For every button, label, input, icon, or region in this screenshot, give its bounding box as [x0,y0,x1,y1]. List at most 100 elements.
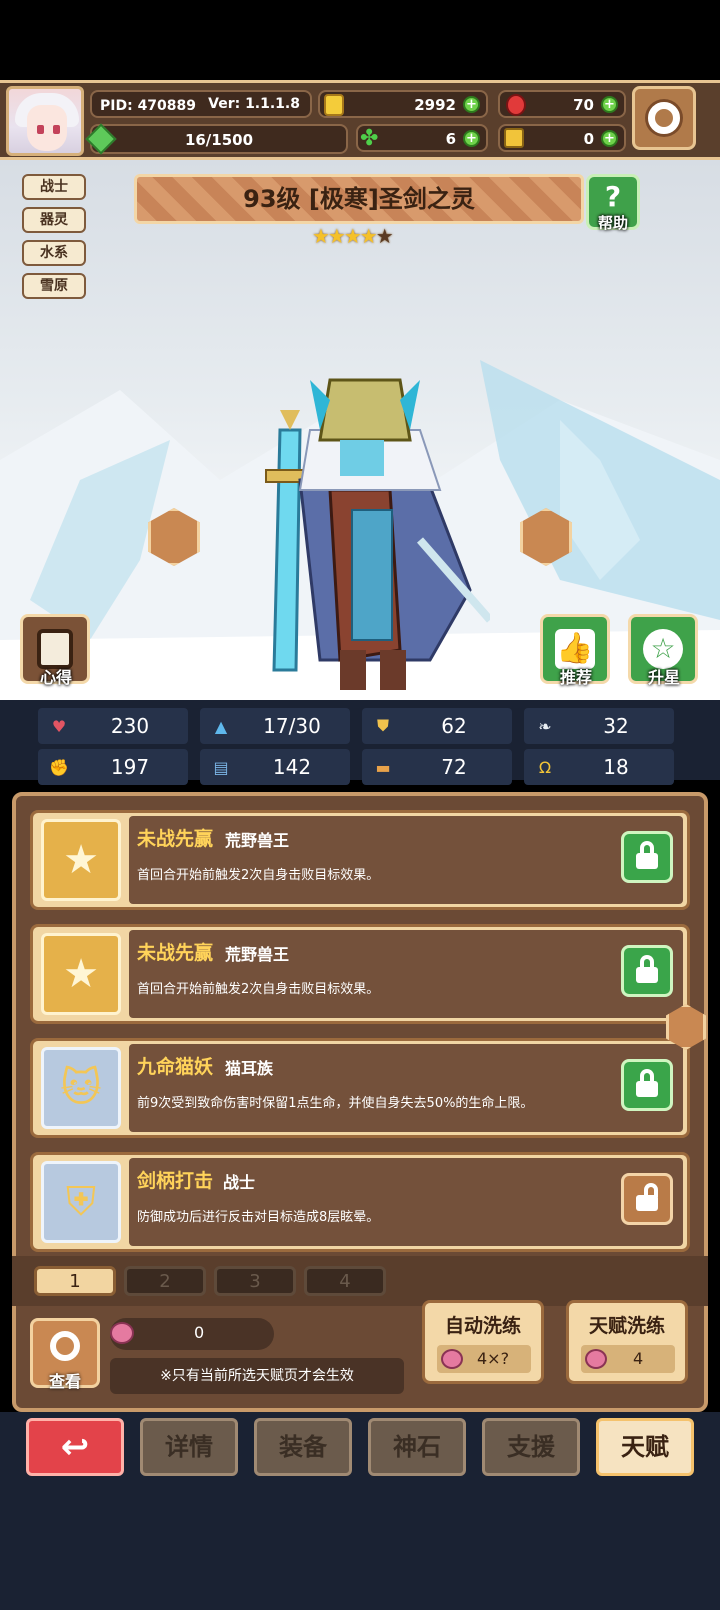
talent-description: 前9次受到致命伤害时保留1点生命，并使自身失去50%的生命上限。 [137,1096,534,1111]
talent-source: 荒野兽王 [225,945,290,964]
talent-card[interactable]: ★ 未战先赢 荒野兽王 首回合开始前触发2次自身击败目标效果。 [30,924,690,1024]
auto-refine-label: 自动洗练 [444,1315,521,1337]
talent-name: 未战先赢 [137,828,214,850]
talent-info: 未战先赢 荒野兽王 首回合开始前触发2次自身击败目标效果。 [129,930,683,1018]
hero-tag-class[interactable]: 战士 [22,174,86,200]
nav-details[interactable]: 详情 [140,1418,238,1476]
gold-counter[interactable]: 2992 + [318,90,488,118]
add-ruby-icon[interactable]: + [601,96,618,113]
talent-page-tab[interactable]: 2 [124,1266,206,1296]
wing-icon: ❧ [538,716,552,736]
stat-value: 72 [441,755,467,779]
stat-heart[interactable]: ♥ 230 [38,708,188,744]
return-arrow-icon: ↩ [60,1427,90,1467]
nav-support[interactable]: 支援 [482,1418,580,1476]
peach-gem-icon [110,1322,134,1344]
nav-divine-stone[interactable]: 神石 [368,1418,466,1476]
talent-info: 九命猫妖 猫耳族 前9次受到致命伤害时保留1点生命，并使自身失去50%的生命上限。 [129,1044,683,1132]
help-label: 帮助 [597,214,628,232]
talent-description: 首回合开始前触发2次自身击败目标效果。 [137,982,380,997]
back-button[interactable]: ↩ [26,1418,124,1476]
horseshoe-icon: Ω [538,757,552,777]
ruby-counter[interactable]: 70 + [498,90,626,118]
peach-gem-icon [441,1349,463,1369]
stat-value: 17/30 [263,714,321,738]
question-icon: ? [604,180,622,213]
talent-description: 防御成功后进行反击对目标造成8层眩晕。 [137,1210,380,1225]
ruby-icon [506,94,526,116]
peach-gem-icon [585,1349,607,1369]
talent-card[interactable]: ★ 未战先赢 荒野兽王 首回合开始前触发2次自身击败目标效果。 [30,810,690,910]
talent-source: 战士 [223,1173,256,1192]
ruby-value: 70 [573,96,594,114]
talent-page-tab[interactable]: 3 [214,1266,296,1296]
nav-equipment[interactable]: 装备 [254,1418,352,1476]
hero-star-rating: ★★★★★ [312,224,394,248]
hero-title: 93级 [极寒]圣剑之灵 [134,174,584,224]
talent-page-tab[interactable]: 4 [304,1266,386,1296]
gold-coin-icon [324,94,344,116]
add-gold-icon[interactable]: + [463,96,480,113]
notice-text: ※只有当前所选天赋页才会生效 [110,1358,404,1394]
stat-value: 197 [110,755,150,779]
stat-value: 142 [272,755,312,779]
stat-horseshoe[interactable]: Ω 18 [524,749,674,785]
clover-icon: ✤ [360,126,379,151]
add-key-icon[interactable]: + [601,130,618,147]
hero-tag-type[interactable]: 器灵 [22,207,86,233]
auto-refine-button[interactable]: 自动洗练 4×? [422,1300,544,1384]
hero-tag-region[interactable]: 雪原 [22,273,86,299]
talent-info: 剑柄打击 战士 防御成功后进行反击对目标造成8层眩晕。 [129,1158,683,1246]
heart-icon: ♥ [51,716,67,736]
stat-droplet[interactable]: ▲ 17/30 [200,708,350,744]
book-icon: ▤ [213,757,229,777]
fist-icon: ✊ [49,757,69,777]
settings-button[interactable] [632,86,696,150]
stat-wing[interactable]: ❧ 32 [524,708,674,744]
gem-count: 0 [194,1323,205,1342]
player-id: PID: 470889 [100,98,197,114]
talent-icon: 🐱 [41,1047,121,1129]
talent-icon: ⛨ [41,1161,121,1243]
add-clover-icon[interactable]: + [463,130,480,147]
talent-page-tab[interactable]: 1 [34,1266,116,1296]
talent-refine-button[interactable]: 天赋洗练 4 [566,1300,688,1384]
stat-book[interactable]: ▤ 142 [200,749,350,785]
key-counter[interactable]: 0 + [498,124,626,152]
energy-bar: 16/1500 [85,123,348,155]
talent-source: 猫耳族 [225,1059,274,1078]
droplet-icon: ▲ [214,716,228,736]
hero-sprite [265,378,490,690]
stat-shield[interactable]: ⛊ 62 [362,708,512,744]
id-version-box: PID: 470889 Ver: 1.1.1.8 [90,90,312,118]
talent-card[interactable]: ⛨ 剑柄打击 战士 防御成功后进行反击对目标造成8层眩晕。 [30,1152,690,1252]
unlock-icon[interactable] [621,1173,673,1225]
recommend-label: 推荐 [559,668,592,687]
nav-talent[interactable]: 天赋 [596,1418,694,1476]
talent-refine-label: 天赋洗练 [588,1315,665,1337]
stat-value: 62 [441,714,467,738]
talent-icon: ★ [41,933,121,1015]
stat-fist[interactable]: ✊ 197 [38,749,188,785]
magnifier-icon [50,1331,80,1361]
shield-icon: ⛊ [376,716,389,735]
gear-icon [648,102,680,134]
talent-icon: ★ [41,819,121,901]
game-version: Ver: 1.1.1.8 [208,96,300,112]
talent-card[interactable]: 🐱 九命猫妖 猫耳族 前9次受到致命伤害时保留1点生命，并使自身失去50%的生命上限。 [30,1038,690,1138]
scroll-icon: ▬ [375,757,391,777]
lock-icon[interactable] [621,831,673,883]
talent-refine-cost-value: 4 [633,1349,644,1368]
clover-value: 6 [445,130,456,148]
lock-icon[interactable] [621,945,673,997]
energy-value: 16/1500 [184,131,254,149]
scroll-icon [37,629,73,669]
talent-refine-cost: 4 [581,1345,675,1373]
hero-tag-element[interactable]: 水系 [22,240,86,266]
lock-icon[interactable] [621,1059,673,1111]
player-avatar[interactable] [6,86,84,156]
stat-scroll[interactable]: ▬ 72 [362,749,512,785]
gem-counter: 0 [110,1318,274,1350]
clover-counter[interactable]: ✤ 6 + [356,124,488,152]
auto-refine-cost-value: 4×? [477,1349,510,1368]
